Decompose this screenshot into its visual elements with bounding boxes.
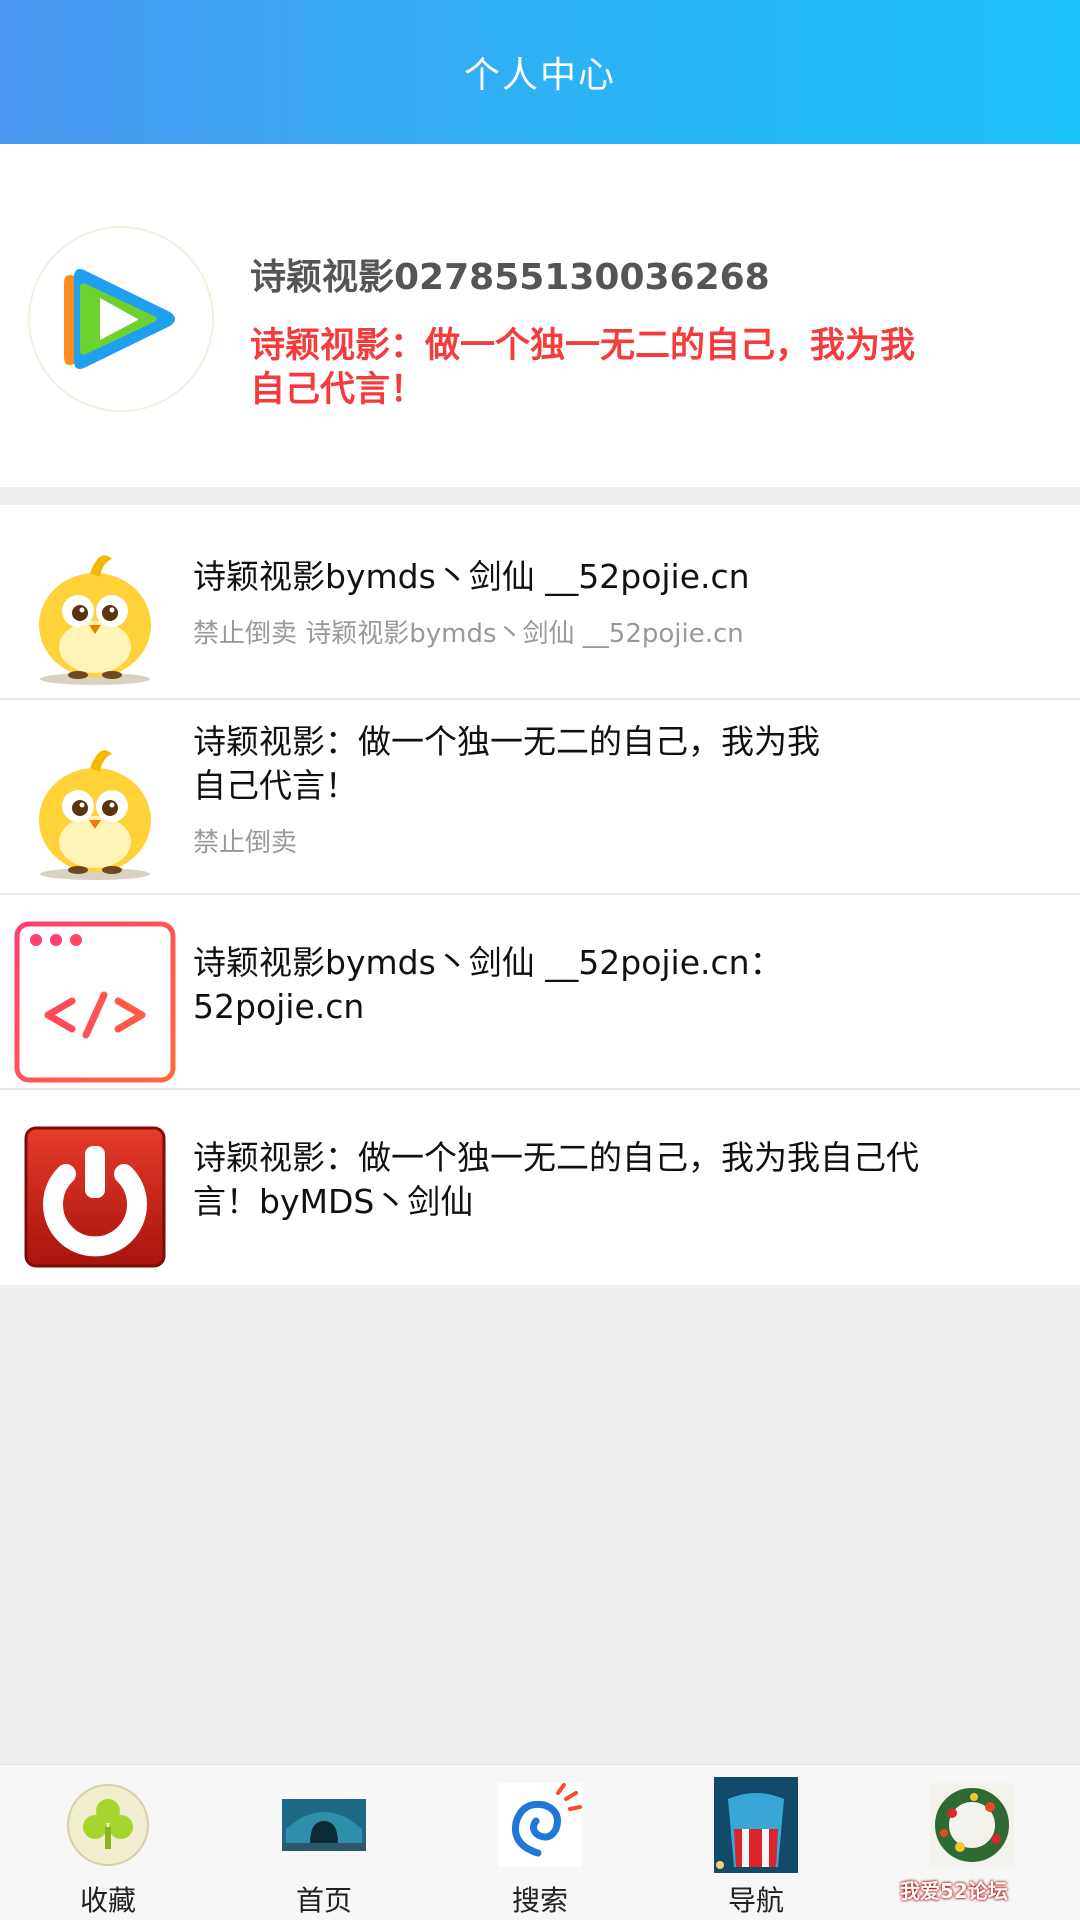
chick-icon	[14, 531, 176, 693]
tab-label: 搜索	[511, 1884, 568, 1917]
tab-search[interactable]: 搜索	[470, 1765, 610, 1920]
tab-label: 收藏	[79, 1884, 136, 1917]
forum-watermark: 我爱52论坛	[900, 1866, 1075, 1912]
top-navbar: 个人中心	[0, 0, 1080, 144]
code-window-icon	[14, 921, 176, 1083]
tab-label: 首页	[295, 1884, 352, 1917]
play-logo-icon	[64, 269, 175, 369]
profile-motto: 诗颖视影：做一个独一无二的自己，我为我自己代言！	[250, 326, 916, 410]
profile-card[interactable]: 诗颖视影027855130036268 诗颖视影：做一个独一无二的自己，我为我自…	[0, 144, 1080, 487]
list-item[interactable]: 诗颖视影：做一个独一无二的自己，我为我自己代言！byMDS丶剑仙	[0, 1090, 1080, 1285]
tab-label: 导航	[727, 1884, 784, 1917]
watermark-text: 我爱52论坛	[900, 1878, 1008, 1903]
avatar[interactable]	[28, 226, 214, 412]
item-subtitle: 禁止倒卖 诗颖视影bymds丶剑仙 __52pojie.cn	[193, 619, 744, 649]
tab-home[interactable]: 首页	[254, 1765, 394, 1920]
list-item[interactable]: 诗颖视影：做一个独一无二的自己，我为我自己代言！ 禁止倒卖	[0, 700, 1080, 895]
list-item[interactable]: 诗颖视影bymds丶剑仙 __52pojie.cn 禁止倒卖 诗颖视影bymds…	[0, 505, 1080, 700]
power-icon	[14, 1116, 176, 1278]
tab-favorites[interactable]: 收藏	[38, 1765, 178, 1920]
wreath-icon	[930, 1783, 1014, 1867]
item-subtitle: 禁止倒卖	[193, 828, 298, 858]
menu-list: 诗颖视影bymds丶剑仙 __52pojie.cn 禁止倒卖 诗颖视影bymds…	[0, 505, 1080, 1285]
item-title: 诗颖视影bymds丶剑仙 __52pojie.cn：52pojie.cn	[193, 943, 783, 1026]
popcorn-icon	[714, 1777, 798, 1873]
item-title: 诗颖视影bymds丶剑仙 __52pojie.cn	[193, 557, 750, 596]
chick-icon	[14, 726, 176, 888]
swirl-icon	[498, 1783, 582, 1867]
list-item[interactable]: 诗颖视影bymds丶剑仙 __52pojie.cn：52pojie.cn	[0, 895, 1080, 1090]
item-title: 诗颖视影：做一个独一无二的自己，我为我自己代言！byMDS丶剑仙	[193, 1138, 919, 1221]
profile-name: 诗颖视影027855130036268	[250, 257, 770, 298]
tab-navigation[interactable]: 导航	[686, 1765, 826, 1920]
clover-icon	[66, 1783, 150, 1867]
item-title: 诗颖视影：做一个独一无二的自己，我为我自己代言！	[193, 722, 820, 805]
page-title: 个人中心	[463, 55, 616, 96]
tunnel-icon	[282, 1783, 366, 1867]
